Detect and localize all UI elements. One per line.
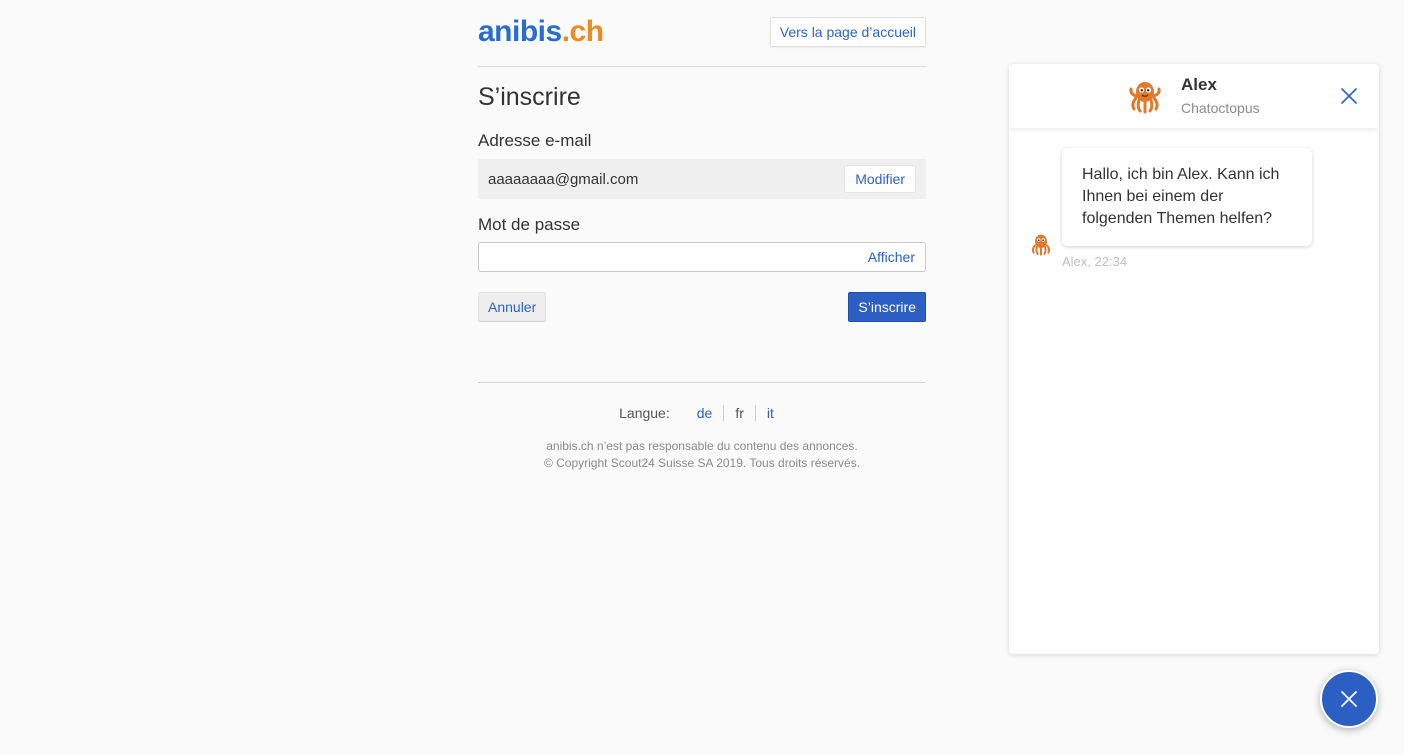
copyright-text: © Copyright Scout24 Suisse SA 2019. Tous…	[543, 456, 861, 470]
close-icon[interactable]	[1339, 86, 1359, 106]
chat-header: Alex Chatoctopus	[1009, 64, 1379, 128]
chat-message-meta: Alex, 22:34	[1062, 254, 1128, 269]
cancel-button[interactable]: Annuler	[478, 292, 547, 322]
footer-divider	[478, 382, 926, 383]
octopus-avatar-icon	[1129, 82, 1161, 114]
password-label: Mot de passe	[478, 215, 581, 234]
octopus-message-avatar-icon	[1031, 234, 1051, 256]
modify-email-button[interactable]: Modifier	[844, 165, 916, 193]
disclaimer-text: anibis.ch n’est pas responsable du conte…	[546, 439, 858, 453]
language-switcher: Langue: de fr it	[478, 405, 926, 421]
page-title: S’inscrire	[478, 83, 581, 111]
chat-window: Alex Chatoctopus Hallo, ich bin Alex. Ka…	[1009, 64, 1379, 654]
password-input[interactable]: Afficher	[478, 242, 926, 272]
form-actions: Annuler S’inscrire	[478, 292, 926, 322]
logo-text: anibis	[478, 15, 562, 48]
footer-legal: anibis.ch n’est pas responsable du conte…	[478, 438, 926, 472]
show-password-link[interactable]: Afficher	[868, 249, 915, 265]
signup-button[interactable]: S’inscrire	[848, 292, 926, 322]
close-icon	[1341, 691, 1357, 707]
chat-agent-subtitle: Chatoctopus	[1181, 100, 1260, 116]
email-label: Adresse e-mail	[478, 131, 592, 150]
language-it-link[interactable]: it	[754, 405, 785, 421]
email-field: aaaaaaaa@gmail.com Modifier	[478, 159, 926, 199]
anibis-logo[interactable]: anibis.ch	[478, 15, 604, 49]
language-de-link[interactable]: de	[686, 405, 724, 421]
email-value: aaaaaaaa@gmail.com	[488, 170, 639, 188]
language-label: Langue:	[619, 405, 670, 421]
home-page-button[interactable]: Vers la page d’accueil	[769, 17, 926, 47]
chat-message-bubble: Hallo, ich bin Alex. Kann ich Ihnen bei …	[1062, 148, 1312, 246]
language-fr-current: fr	[723, 405, 755, 421]
top-bar: anibis.ch Vers la page d’accueil	[478, 0, 926, 67]
logo-domain: .ch	[561, 15, 604, 48]
signup-page: anibis.ch Vers la page d’accueil S’inscr…	[478, 0, 926, 472]
chat-agent-name: Alex	[1181, 75, 1217, 94]
chat-toggle-button[interactable]	[1320, 670, 1378, 728]
